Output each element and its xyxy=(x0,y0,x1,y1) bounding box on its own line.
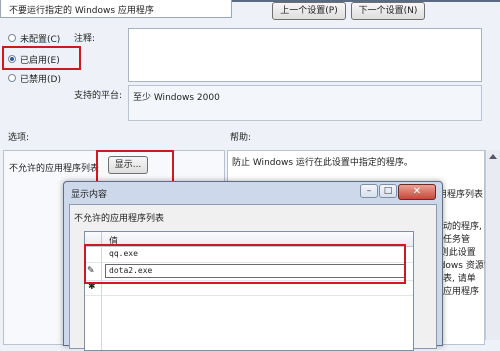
options-label: 选项: xyxy=(8,133,30,143)
comment-label: 注释: xyxy=(74,34,96,44)
dialog-title: 显示内容 xyxy=(71,190,108,200)
previous-setting-button[interactable]: 上一个设置(P) xyxy=(272,2,346,20)
radio-label: 已禁用(D) xyxy=(20,75,61,85)
radio-label: 未配置(C) xyxy=(20,35,61,45)
supported-value-box: 至少 Windows 2000 xyxy=(128,85,482,121)
help-scrollbar[interactable] xyxy=(485,150,500,340)
next-setting-button[interactable]: 下一个设置(N) xyxy=(351,2,425,20)
supported-value-text: 至少 Windows 2000 xyxy=(133,93,220,103)
disallowed-list-label: 不允许的应用程序列表 xyxy=(9,164,100,174)
policy-title-text: 不要运行指定的 Windows 应用程序 xyxy=(9,6,154,16)
radio-not-configured[interactable]: 未配置(C) xyxy=(8,32,78,45)
help-text-first-line: 防止 Windows 运行在此设置中指定的程序。 xyxy=(232,158,413,168)
dialog-close-button[interactable]: ✕ xyxy=(398,184,436,200)
radio-disabled[interactable]: 已禁用(D) xyxy=(8,72,78,85)
show-button-highlight xyxy=(96,150,174,183)
values-highlight-box xyxy=(84,244,406,284)
radio-circle[interactable] xyxy=(8,74,16,82)
comment-textbox[interactable] xyxy=(128,28,482,82)
help-fragment: 用程序列表 xyxy=(438,190,484,200)
dialog-minimize-button[interactable]: – xyxy=(360,184,378,198)
radio-circle[interactable] xyxy=(8,34,16,42)
dialog-maximize-button[interactable]: □ xyxy=(379,184,397,198)
supported-label: 支持的平台: xyxy=(74,91,123,101)
scroll-up-arrow-icon[interactable] xyxy=(489,154,497,159)
enabled-highlight-box xyxy=(2,46,81,70)
dialog-list-label: 不允许的应用程序列表 xyxy=(74,214,165,224)
help-label: 帮助: xyxy=(230,133,252,143)
policy-title-field: 不要运行指定的 Windows 应用程序 xyxy=(0,0,232,18)
